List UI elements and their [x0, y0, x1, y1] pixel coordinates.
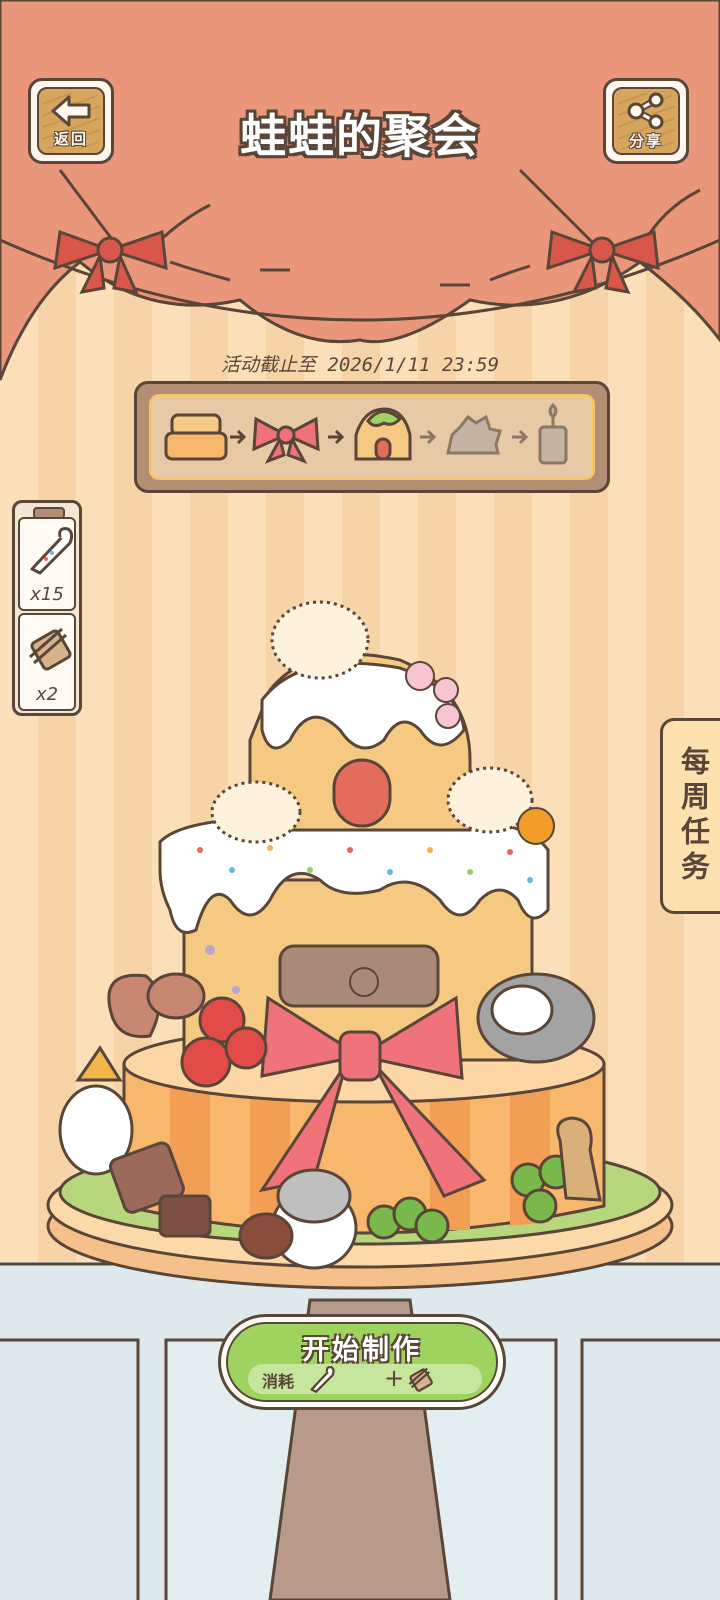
cost-plus: +: [384, 1364, 405, 1392]
share-icon: [627, 92, 664, 129]
inventory-count: x15: [30, 584, 64, 605]
inventory-item[interactable]: x2: [18, 613, 76, 711]
back-button[interactable]: 返回: [28, 78, 114, 164]
candle-icon[interactable]: [538, 402, 568, 465]
back-label: 返回: [53, 129, 88, 148]
event-progress-track: [149, 394, 595, 480]
cake-base-icon[interactable]: [164, 413, 228, 461]
piping-bag-icon: [310, 1366, 335, 1393]
arrow-right-icon: [512, 429, 529, 445]
inventory-count: x2: [35, 684, 59, 705]
inventory-panel: x15 x2: [12, 500, 82, 716]
back-button-face: 返回: [37, 87, 105, 155]
event-progress-panel: [134, 381, 610, 493]
cost-bar: 消耗 +: [248, 1364, 482, 1394]
hedgehog-icon[interactable]: [446, 414, 502, 455]
start-making-label: 开始制作: [302, 1335, 422, 1366]
arrow-right-icon: [230, 429, 247, 445]
cost-label: 消耗: [262, 1372, 295, 1391]
start-making-button[interactable]: 开始制作 消耗 +: [218, 1314, 506, 1410]
inventory-item[interactable]: x15: [18, 517, 76, 611]
event-deadline: 活动截止至 2026/1/11 23:59: [220, 354, 500, 376]
piping-bag-icon: [30, 527, 74, 575]
arrow-right-icon: [420, 429, 437, 445]
share-label: 分享: [628, 131, 663, 150]
share-button[interactable]: 分享: [603, 78, 689, 164]
arrow-left-icon: [51, 95, 91, 126]
arrow-right-icon: [328, 429, 345, 445]
start-making-button-face: 开始制作 消耗 +: [226, 1322, 498, 1402]
weekly-tasks-tab[interactable]: 每周任务: [660, 718, 720, 914]
cake-house-icon[interactable]: [354, 407, 412, 461]
cookie-sticks-icon: [408, 1367, 433, 1392]
weekly-tasks-label: 每周任务: [676, 746, 711, 886]
ribbon-bow-icon[interactable]: [252, 416, 320, 464]
share-button-face: 分享: [612, 87, 680, 155]
page-title: 蛙蛙的聚会: [240, 109, 480, 163]
cookie-sticks-icon: [29, 627, 72, 671]
